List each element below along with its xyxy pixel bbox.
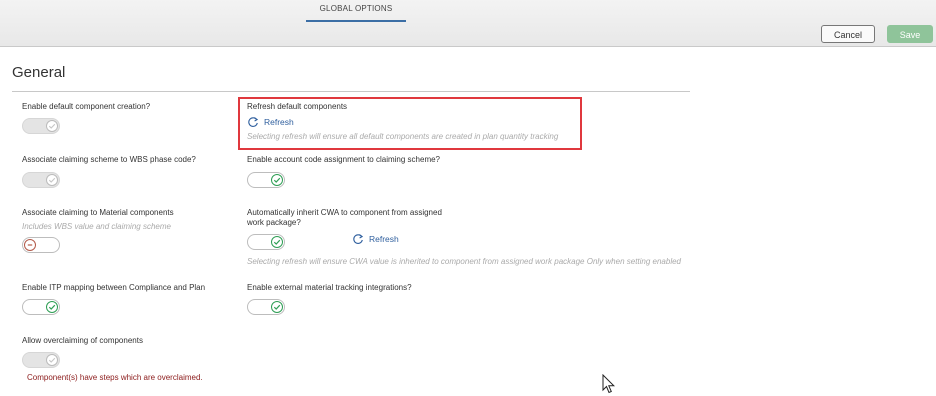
- setting-label-itp-mapping: Enable ITP mapping between Compliance an…: [22, 283, 206, 292]
- setting-hint-material-components: Includes WBS value and claiming scheme: [22, 222, 171, 231]
- toggle-knob: [46, 174, 58, 186]
- check-icon: [48, 123, 56, 129]
- refresh-cwa-text: Refresh: [369, 234, 399, 244]
- toggle-overclaiming[interactable]: [22, 352, 60, 368]
- setting-label-inherit-cwa-line2: work package?: [247, 218, 301, 227]
- section-title: General: [12, 64, 66, 81]
- setting-label-wbs-phase-code: Associate claiming scheme to WBS phase c…: [22, 155, 196, 164]
- check-icon: [273, 304, 281, 310]
- setting-label-default-component-creation: Enable default component creation?: [22, 102, 151, 111]
- setting-label-overclaiming: Allow overclaiming of components: [22, 336, 143, 345]
- setting-label-external-material-tracking: Enable external material tracking integr…: [247, 283, 412, 292]
- toggle-default-component-creation[interactable]: [22, 118, 60, 134]
- check-icon: [273, 239, 281, 245]
- cancel-button[interactable]: Cancel: [821, 25, 875, 43]
- setting-label-material-components: Associate claiming to Material component…: [22, 208, 174, 217]
- setting-label-inherit-cwa-line1: Automatically inherit CWA to component f…: [247, 208, 442, 217]
- check-icon: [48, 357, 56, 363]
- refresh-cwa-button[interactable]: Refresh: [352, 233, 399, 245]
- save-button[interactable]: Save: [887, 25, 933, 43]
- toggle-wbs-phase-code[interactable]: [22, 172, 60, 188]
- toggle-itp-mapping[interactable]: [22, 299, 60, 315]
- toggle-account-code[interactable]: [247, 172, 285, 188]
- toggle-knob: [271, 174, 283, 186]
- check-icon: [48, 304, 56, 310]
- check-icon: [273, 177, 281, 183]
- section-divider: [12, 91, 690, 92]
- toggle-knob: [46, 354, 58, 366]
- top-bar: [0, 0, 936, 47]
- toggle-knob: [271, 236, 283, 248]
- toggle-knob: [24, 239, 36, 251]
- refresh-cwa-hint: Selecting refresh will ensure CWA value …: [247, 257, 682, 266]
- toggle-knob: [46, 301, 58, 313]
- minus-icon: [27, 244, 33, 246]
- highlight-box: [238, 97, 582, 150]
- overclaim-error-message: Component(s) have steps which are overcl…: [27, 373, 203, 382]
- toggle-inherit-cwa[interactable]: [247, 234, 285, 250]
- check-icon: [48, 177, 56, 183]
- setting-label-account-code: Enable account code assignment to claimi…: [247, 155, 440, 164]
- mouse-cursor-icon: [602, 374, 616, 394]
- toggle-knob: [271, 301, 283, 313]
- toggle-material-components[interactable]: [22, 237, 60, 253]
- tab-global-options[interactable]: GLOBAL OPTIONS: [306, 0, 406, 22]
- toggle-external-material-tracking[interactable]: [247, 299, 285, 315]
- refresh-icon: [353, 234, 364, 244]
- toggle-knob: [46, 120, 58, 132]
- tab-active-indicator: [306, 20, 406, 22]
